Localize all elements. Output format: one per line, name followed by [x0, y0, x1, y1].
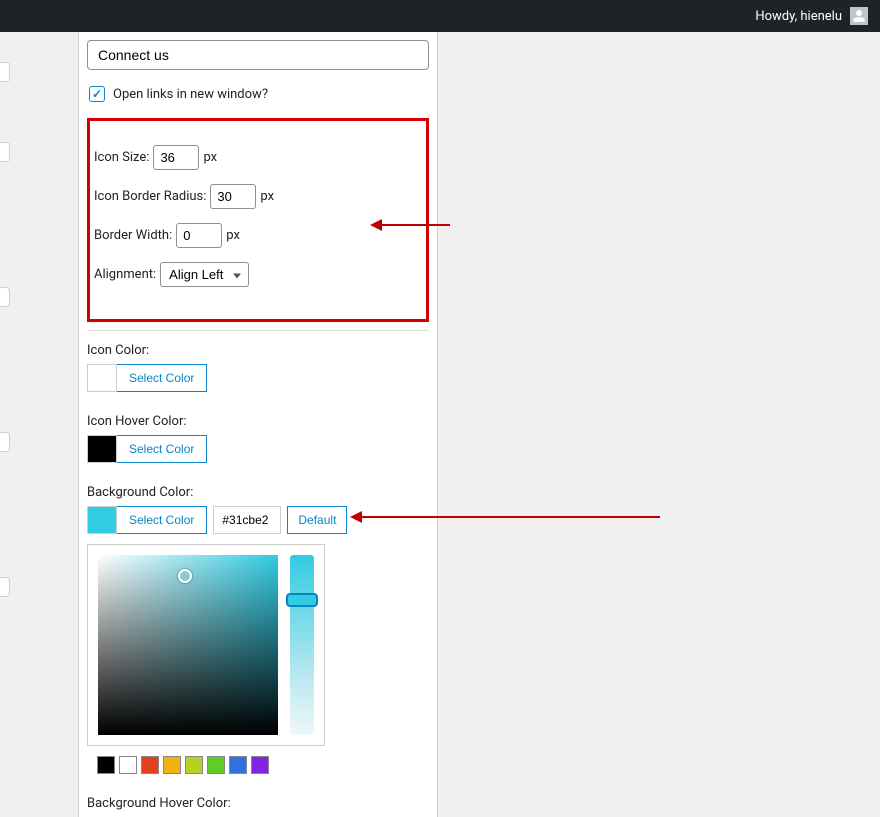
palette-chip[interactable]: [207, 756, 225, 774]
alignment-label: Alignment:: [94, 267, 156, 282]
stub-item: [0, 577, 10, 597]
background-color-default-button[interactable]: Default: [287, 506, 347, 534]
palette-chip[interactable]: [97, 756, 115, 774]
border-radius-label: Icon Border Radius:: [94, 189, 206, 204]
widget-panel: ✓ Open links in new window? Icon Size: p…: [78, 32, 438, 817]
stub-item: [0, 142, 10, 162]
palette-chip[interactable]: [229, 756, 247, 774]
highlighted-settings-box: Icon Size: px Icon Border Radius: px Bor…: [87, 118, 429, 322]
open-links-checkbox[interactable]: ✓: [89, 86, 105, 102]
background-color-hex-input[interactable]: [213, 506, 281, 534]
palette-chip[interactable]: [251, 756, 269, 774]
palette-chip[interactable]: [185, 756, 203, 774]
left-stubs: [0, 32, 10, 817]
stub-item: [0, 287, 10, 307]
color-picker: [87, 544, 325, 746]
border-width-unit: px: [226, 228, 240, 243]
stub-item: [0, 432, 10, 452]
border-width-label: Border Width:: [94, 228, 172, 243]
widget-title-input[interactable]: [87, 40, 429, 70]
border-radius-unit: px: [260, 189, 274, 204]
icon-size-label: Icon Size:: [94, 150, 149, 165]
saturation-handle[interactable]: [178, 569, 192, 583]
divider: [87, 330, 429, 331]
stub-item: [0, 62, 10, 82]
greeting-text[interactable]: Howdy, hienelu: [755, 9, 842, 24]
icon-hover-color-select-button[interactable]: Select Color: [117, 435, 207, 463]
user-avatar[interactable]: [850, 7, 868, 25]
icon-size-unit: px: [203, 150, 217, 165]
palette-row: [87, 756, 325, 774]
icon-hover-color-label: Icon Hover Color:: [87, 414, 429, 429]
hue-slider[interactable]: [290, 555, 314, 735]
border-radius-input[interactable]: [210, 184, 256, 209]
icon-color-swatch[interactable]: [87, 364, 117, 392]
hue-handle[interactable]: [286, 593, 318, 607]
background-color-select-button[interactable]: Select Color: [117, 506, 207, 534]
icon-color-select-button[interactable]: Select Color: [117, 364, 207, 392]
palette-chip[interactable]: [141, 756, 159, 774]
icon-hover-color-swatch[interactable]: [87, 435, 117, 463]
saturation-area[interactable]: [98, 555, 278, 735]
icon-color-label: Icon Color:: [87, 343, 429, 358]
border-width-input[interactable]: [176, 223, 222, 248]
icon-size-input[interactable]: [153, 145, 199, 170]
alignment-select[interactable]: Align Left: [160, 262, 249, 287]
palette-chip[interactable]: [119, 756, 137, 774]
palette-chip[interactable]: [163, 756, 181, 774]
background-hover-color-label: Background Hover Color:: [87, 796, 429, 811]
user-icon: [852, 9, 866, 23]
admin-bar: Howdy, hienelu: [0, 0, 880, 32]
background-color-swatch[interactable]: [87, 506, 117, 534]
background-color-label: Background Color:: [87, 485, 429, 500]
open-links-label: Open links in new window?: [113, 87, 268, 102]
